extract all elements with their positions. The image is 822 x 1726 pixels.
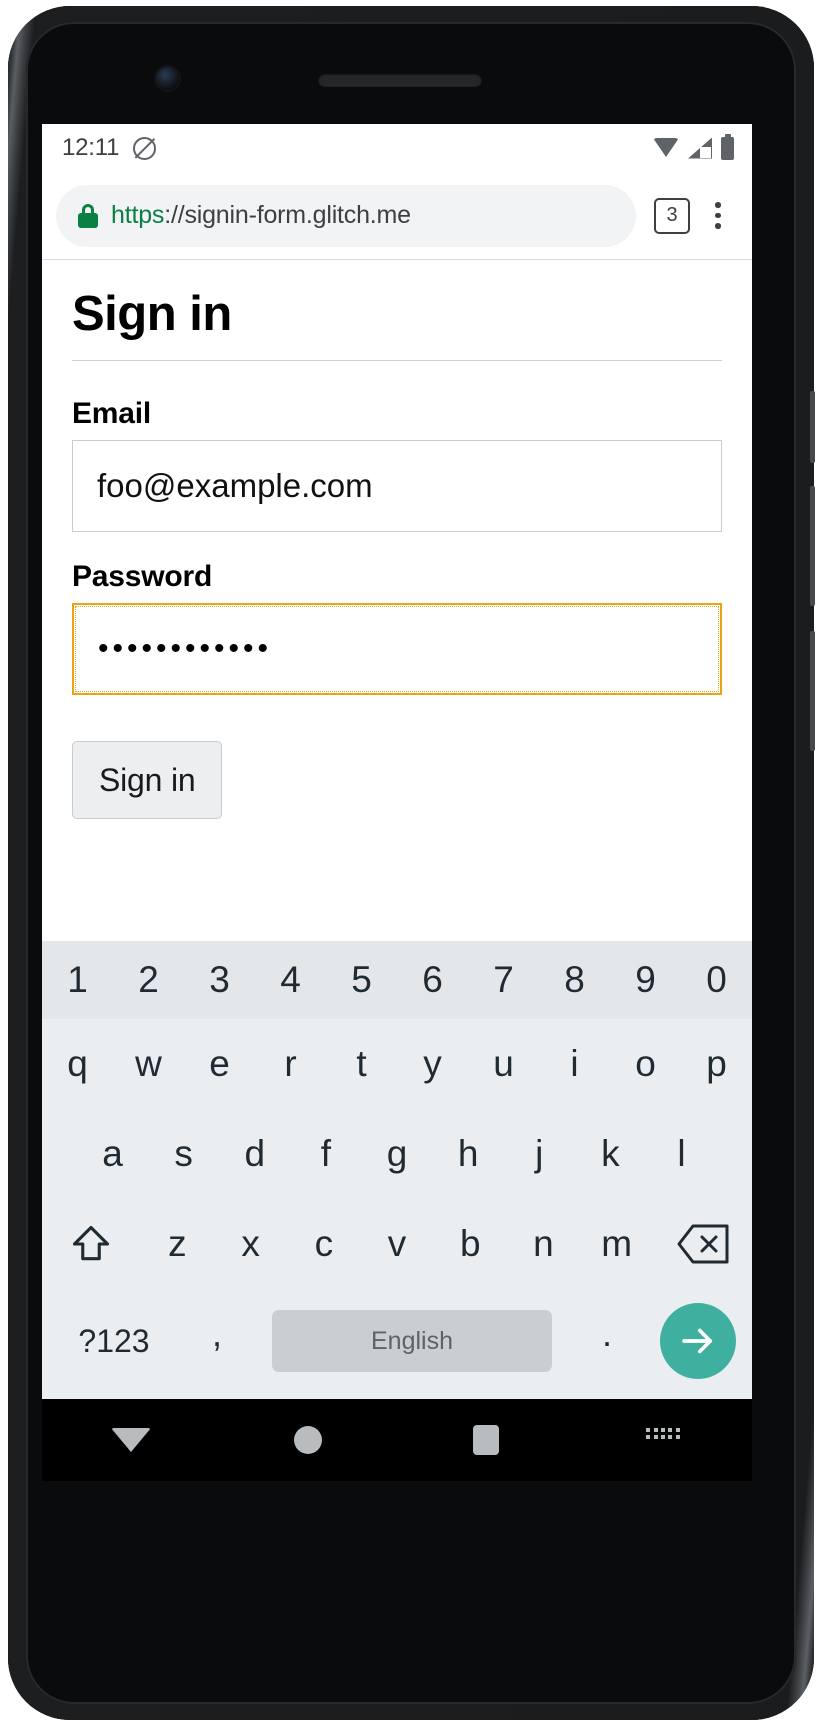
tab-switcher-button[interactable]: 3	[654, 197, 690, 234]
comma-key[interactable]: ,	[174, 1313, 260, 1369]
key-2[interactable]: 2	[113, 941, 184, 1019]
password-field-group: Password ••••••••••••	[72, 560, 722, 695]
status-bar-left-icons	[133, 136, 157, 160]
url-host: signin-form.glitch.me	[184, 201, 411, 229]
arrow-right-icon	[677, 1320, 719, 1362]
key-m[interactable]: m	[580, 1199, 653, 1289]
key-f[interactable]: f	[290, 1109, 361, 1199]
key-g[interactable]: g	[361, 1109, 432, 1199]
earpiece-speaker-icon	[318, 73, 482, 87]
key-d[interactable]: d	[219, 1109, 290, 1199]
status-bar: 12:11	[42, 124, 752, 172]
key-n[interactable]: n	[507, 1199, 580, 1289]
period-key[interactable]: .	[564, 1313, 650, 1369]
key-w[interactable]: w	[113, 1019, 184, 1109]
key-u[interactable]: u	[468, 1019, 539, 1109]
key-3[interactable]: 3	[184, 941, 255, 1019]
volume-down-button[interactable]	[810, 631, 815, 751]
rotation-lock-icon	[133, 136, 157, 160]
phone-mockup: 12:11 https://signin-form.glitch.me 3 Si…	[8, 6, 815, 1720]
keyboard-letter-row-1: qwertyuiop	[42, 1019, 752, 1109]
password-field[interactable]: ••••••••••••	[72, 603, 722, 695]
status-bar-right-icons	[653, 136, 734, 160]
nav-recents-button[interactable]	[397, 1425, 575, 1455]
key-4[interactable]: 4	[255, 941, 326, 1019]
url-text: https://signin-form.glitch.me	[111, 201, 411, 230]
status-bar-clock: 12:11	[62, 134, 120, 161]
keyboard-letter-row-3: z x c v b n m	[42, 1199, 752, 1289]
sign-in-button[interactable]: Sign in	[72, 741, 223, 819]
android-navigation-bar	[42, 1399, 752, 1481]
symbols-key[interactable]: ?123	[54, 1323, 174, 1360]
url-separator: ://	[164, 201, 185, 229]
dismiss-keyboard-down-arrow-icon	[110, 1428, 151, 1452]
key-j[interactable]: j	[504, 1109, 575, 1199]
key-5[interactable]: 5	[326, 941, 397, 1019]
nav-keyboard-switch-button[interactable]	[575, 1428, 753, 1452]
key-y[interactable]: y	[397, 1019, 468, 1109]
email-field[interactable]: foo@example.com	[72, 440, 722, 532]
shift-key[interactable]	[42, 1199, 141, 1289]
shift-arrow-icon	[69, 1222, 113, 1266]
key-i[interactable]: i	[539, 1019, 610, 1109]
backspace-icon	[677, 1224, 729, 1264]
key-e[interactable]: e	[184, 1019, 255, 1109]
enter-key[interactable]	[660, 1303, 736, 1379]
key-a[interactable]: a	[77, 1109, 148, 1199]
lock-icon	[78, 203, 98, 228]
key-c[interactable]: c	[287, 1199, 360, 1289]
on-screen-keyboard: 1234567890 qwertyuiop asdfghjkl z x c v …	[42, 941, 752, 1399]
key-h[interactable]: h	[433, 1109, 504, 1199]
key-v[interactable]: v	[360, 1199, 433, 1289]
key-8[interactable]: 8	[539, 941, 610, 1019]
key-l[interactable]: l	[646, 1109, 717, 1199]
key-q[interactable]: q	[42, 1019, 113, 1109]
key-0[interactable]: 0	[681, 941, 752, 1019]
key-r[interactable]: r	[255, 1019, 326, 1109]
battery-icon	[721, 136, 734, 160]
recents-square-icon	[472, 1425, 499, 1455]
overflow-menu-icon[interactable]	[698, 196, 738, 236]
wifi-icon	[653, 138, 679, 158]
keyboard-number-row: 1234567890	[42, 941, 752, 1019]
nav-home-button[interactable]	[220, 1426, 398, 1454]
keyboard-letter-row-2: asdfghjkl	[42, 1109, 752, 1199]
web-page-content: Sign in Email foo@example.com Password •…	[42, 260, 752, 966]
home-circle-icon	[294, 1426, 323, 1454]
email-field-group: Email foo@example.com	[72, 397, 722, 532]
keyboard-switcher-icon	[646, 1428, 680, 1452]
key-t[interactable]: t	[326, 1019, 397, 1109]
url-bar[interactable]: https://signin-form.glitch.me	[56, 184, 636, 247]
url-scheme: https	[111, 201, 165, 229]
key-1[interactable]: 1	[42, 941, 113, 1019]
key-z[interactable]: z	[141, 1199, 214, 1289]
keyboard-bottom-row: ?123 , English .	[42, 1289, 752, 1393]
email-label: Email	[72, 397, 152, 430]
device-screen: 12:11 https://signin-form.glitch.me 3 Si…	[42, 124, 752, 1399]
page-title: Sign in	[72, 286, 722, 361]
key-p[interactable]: p	[681, 1019, 752, 1109]
password-label: Password	[72, 560, 213, 593]
password-masked-value: ••••••••••••	[98, 632, 273, 665]
front-camera-icon	[156, 67, 179, 90]
volume-up-button[interactable]	[810, 486, 815, 606]
key-k[interactable]: k	[575, 1109, 646, 1199]
key-6[interactable]: 6	[397, 941, 468, 1019]
browser-toolbar: https://signin-form.glitch.me 3	[42, 172, 752, 260]
cell-signal-icon	[688, 137, 712, 159]
key-o[interactable]: o	[610, 1019, 681, 1109]
key-9[interactable]: 9	[610, 941, 681, 1019]
power-button[interactable]	[810, 391, 815, 463]
key-s[interactable]: s	[148, 1109, 219, 1199]
key-x[interactable]: x	[214, 1199, 287, 1289]
backspace-key[interactable]	[653, 1199, 752, 1289]
space-key[interactable]: English	[272, 1310, 552, 1372]
key-b[interactable]: b	[434, 1199, 507, 1289]
nav-back-button[interactable]	[42, 1428, 220, 1452]
key-7[interactable]: 7	[468, 941, 539, 1019]
